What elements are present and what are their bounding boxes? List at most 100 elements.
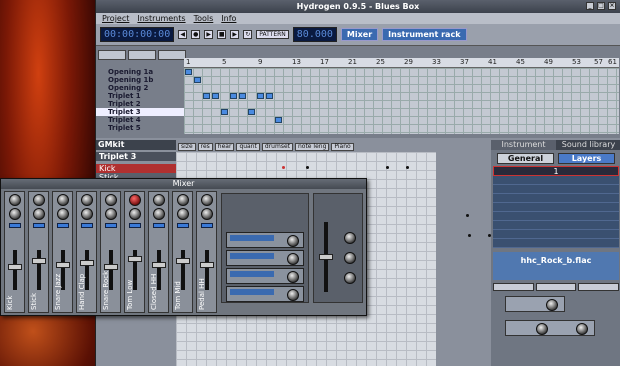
pattern-item-selected[interactable]: Triplet 3	[96, 108, 184, 116]
song-tool-button[interactable]	[98, 50, 126, 60]
bpm-display[interactable]: 80.000	[292, 27, 337, 42]
menu-project[interactable]: Project	[102, 14, 129, 23]
master-fader[interactable]	[319, 254, 333, 260]
pattern-item[interactable]: Opening 1a	[96, 68, 184, 76]
fx-knob[interactable]	[128, 208, 141, 220]
size-selector[interactable]: size	[178, 142, 196, 151]
rewind-button[interactable]: ◀	[178, 30, 188, 39]
note[interactable]	[466, 214, 469, 217]
song-cell-active[interactable]	[248, 109, 255, 115]
fx-return-knob[interactable]	[287, 289, 299, 301]
song-cell-active[interactable]	[212, 93, 219, 99]
fx-slot[interactable]	[226, 232, 304, 248]
volume-fader[interactable]	[56, 262, 70, 268]
edit-layer-button[interactable]	[578, 283, 620, 291]
pattern-item[interactable]: Opening 1b	[96, 76, 184, 84]
fx-knob[interactable]	[200, 208, 213, 220]
gain-knob[interactable]	[546, 299, 558, 311]
pan-knob[interactable]	[32, 194, 45, 206]
fx-slot[interactable]	[226, 268, 304, 284]
volume-fader[interactable]	[176, 258, 190, 264]
mute-solo-button[interactable]	[32, 223, 45, 228]
note-length-selector[interactable]: note leng	[294, 142, 330, 151]
fx-return-knob[interactable]	[287, 253, 299, 265]
hear-button[interactable]: hear	[214, 142, 235, 151]
mute-solo-button[interactable]	[8, 223, 21, 228]
pitch-coarse-knob[interactable]	[536, 323, 548, 335]
mute-solo-button[interactable]	[128, 223, 141, 228]
load-layer-button[interactable]	[493, 283, 534, 291]
layer-list[interactable]: 1	[493, 166, 619, 248]
song-cell-active[interactable]	[257, 93, 264, 99]
minimize-button[interactable]: _	[586, 2, 594, 10]
song-cell-active[interactable]	[221, 109, 228, 115]
drumset-selector[interactable]: drumset	[261, 142, 293, 151]
fx-knob[interactable]	[176, 208, 189, 220]
piano-button[interactable]: Piano	[331, 142, 354, 151]
fx-knob[interactable]	[104, 208, 117, 220]
fx-return-knob[interactable]	[287, 235, 299, 247]
stop-button[interactable]: ■	[217, 30, 227, 39]
forward-button[interactable]: ▶	[230, 30, 240, 39]
fx-return-knob[interactable]	[287, 271, 299, 283]
pattern-item[interactable]: Triplet 2	[96, 100, 184, 108]
song-ruler[interactable]: 1 5 9 13 17 21 25 29 33 37 41 45 49 53 5…	[184, 58, 619, 68]
fx-knob[interactable]	[80, 208, 93, 220]
song-cell-active[interactable]	[194, 77, 201, 83]
mode-selector[interactable]: PATTERN	[256, 30, 289, 39]
layer-item-selected[interactable]: 1	[493, 166, 619, 176]
play-button[interactable]: ▶	[204, 30, 214, 39]
pattern-item[interactable]: Triplet 4	[96, 116, 184, 124]
song-cell-active[interactable]	[239, 93, 246, 99]
tab-sound-library[interactable]: Sound library	[556, 140, 620, 150]
note[interactable]	[468, 234, 471, 237]
close-button[interactable]: ×	[608, 2, 616, 10]
instrument-row-selected[interactable]: Kick	[96, 164, 176, 173]
pan-knob[interactable]	[8, 194, 21, 206]
song-grid[interactable]: 1 5 9 13 17 21 25 29 33 37 41 45 49 53 5…	[184, 58, 619, 134]
fx-slot[interactable]	[226, 286, 304, 302]
menu-tools[interactable]: Tools	[194, 14, 214, 23]
pan-knob[interactable]	[152, 194, 165, 206]
layer-gain-control[interactable]	[505, 296, 565, 312]
mute-solo-button[interactable]	[200, 223, 213, 228]
volume-fader[interactable]	[32, 258, 46, 264]
pan-knob[interactable]	[176, 194, 189, 206]
pan-knob[interactable]	[56, 194, 69, 206]
fx-slot[interactable]	[226, 250, 304, 266]
volume-fader[interactable]	[8, 264, 22, 270]
loop-button[interactable]: ↻	[243, 30, 253, 39]
menu-info[interactable]: Info	[221, 14, 236, 23]
song-cell-active[interactable]	[230, 93, 237, 99]
tab-layers[interactable]: Layers	[558, 153, 615, 164]
song-tool-button[interactable]	[158, 50, 186, 60]
delete-layer-button[interactable]	[535, 283, 577, 291]
pan-knob[interactable]	[128, 194, 141, 206]
maximize-button[interactable]: □	[597, 2, 605, 10]
note[interactable]	[386, 166, 389, 169]
mixer-toggle-button[interactable]: Mixer	[340, 28, 379, 41]
volume-fader[interactable]	[104, 264, 118, 270]
pitch-fine-knob[interactable]	[576, 323, 588, 335]
mute-solo-button[interactable]	[56, 223, 69, 228]
tab-general[interactable]: General	[497, 153, 554, 164]
fx-knob[interactable]	[32, 208, 45, 220]
note[interactable]	[282, 166, 285, 169]
pan-knob[interactable]	[80, 194, 93, 206]
master-knob[interactable]	[344, 272, 356, 284]
song-cell-active[interactable]	[203, 93, 210, 99]
pan-knob[interactable]	[104, 194, 117, 206]
volume-fader[interactable]	[80, 260, 94, 266]
menu-instruments[interactable]: Instruments	[137, 14, 185, 23]
tab-instrument[interactable]: Instrument	[491, 140, 556, 150]
note[interactable]	[406, 166, 409, 169]
volume-fader[interactable]	[128, 256, 142, 262]
fx-knob[interactable]	[152, 208, 165, 220]
mute-solo-button[interactable]	[104, 223, 117, 228]
fx-knob[interactable]	[8, 208, 21, 220]
song-cell-active[interactable]	[185, 69, 192, 75]
volume-fader[interactable]	[200, 262, 214, 268]
record-button[interactable]: ●	[191, 30, 201, 39]
instrument-rack-button[interactable]: Instrument rack	[382, 28, 467, 41]
mute-solo-button[interactable]	[176, 223, 189, 228]
